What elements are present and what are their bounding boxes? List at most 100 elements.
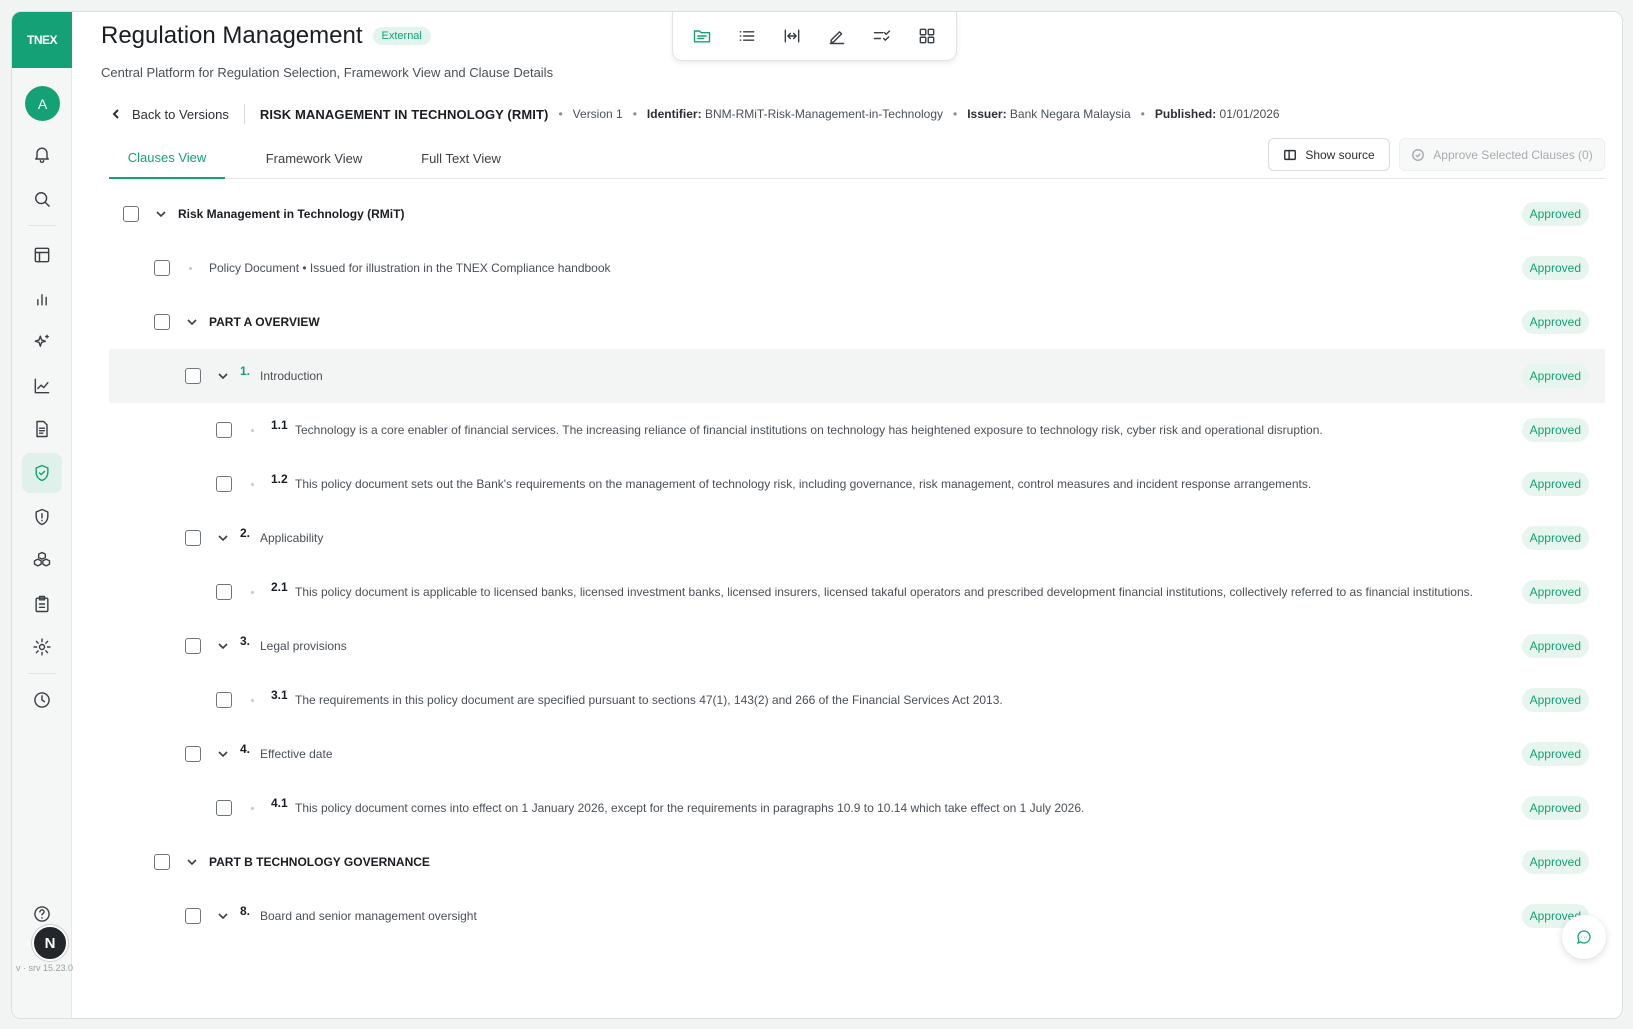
status-badge: Approved <box>1521 310 1589 334</box>
chevron-down-icon[interactable] <box>154 207 168 221</box>
row-checkbox[interactable] <box>154 854 170 870</box>
checklist-icon[interactable] <box>865 19 899 53</box>
row-checkbox[interactable] <box>185 530 201 546</box>
fit-width-icon[interactable] <box>775 19 809 53</box>
clause-text: The requirements in this policy document… <box>295 693 1003 707</box>
breadcrumb-divider <box>243 104 245 124</box>
row-checkbox[interactable] <box>216 584 232 600</box>
status-badge: Approved <box>1521 256 1589 280</box>
clause-text: Risk Management in Technology (RMiT) <box>178 207 405 221</box>
chevron-down-icon[interactable] <box>216 909 230 923</box>
row-checkbox[interactable] <box>216 476 232 492</box>
bullet-dot <box>189 266 192 270</box>
cubes-icon[interactable] <box>22 540 62 580</box>
row-checkbox[interactable] <box>185 638 201 654</box>
clause-text: Effective date <box>260 747 333 761</box>
clause-tree: Risk Management in Technology (RMiT) Appr… <box>109 187 1605 943</box>
gear-icon[interactable] <box>22 627 62 667</box>
approve-selected-label: Approve Selected Clauses (0) <box>1433 147 1593 162</box>
user-avatar[interactable]: N <box>32 925 68 961</box>
clause-number: 2.1 <box>271 580 288 594</box>
row-checkbox[interactable] <box>216 800 232 816</box>
issuer-label: Issuer: <box>967 107 1007 121</box>
clause-row[interactable]: 1.2 This policy document sets out the Ban… <box>109 457 1605 511</box>
clause-text: Introduction <box>260 369 323 383</box>
table-icon[interactable] <box>22 235 62 275</box>
approve-selected-button[interactable]: Approve Selected Clauses (0) <box>1399 138 1605 171</box>
status-badge: Approved <box>1521 796 1589 820</box>
bell-icon[interactable] <box>22 134 62 174</box>
row-checkbox[interactable] <box>154 314 170 330</box>
avatar[interactable]: A <box>25 86 60 121</box>
sparkle-icon[interactable] <box>22 322 62 362</box>
show-source-button[interactable]: Show source <box>1268 138 1390 171</box>
clause-row[interactable]: PART B TECHNOLOGY GOVERNANCE Approved <box>109 835 1605 889</box>
status-badge: Approved <box>1521 850 1589 874</box>
row-checkbox[interactable] <box>185 746 201 762</box>
chat-button[interactable] <box>1562 915 1606 959</box>
chevron-left-icon <box>112 109 119 119</box>
identifier-label: Identifier: <box>646 107 702 121</box>
clause-row[interactable]: 1. Introduction Approved <box>109 349 1605 403</box>
row-checkbox[interactable] <box>185 908 201 924</box>
chevron-down-icon[interactable] <box>216 369 230 383</box>
edit-icon[interactable] <box>820 19 854 53</box>
clause-row[interactable]: 2.1 This policy document is applicable to… <box>109 565 1605 619</box>
clipboard-icon[interactable] <box>22 584 62 624</box>
grid-icon[interactable] <box>910 19 944 53</box>
chat-icon <box>1576 930 1591 945</box>
row-checkbox[interactable] <box>154 260 170 276</box>
clause-number: 8. <box>240 904 251 918</box>
status-badge: Approved <box>1521 688 1589 712</box>
bullet-dot <box>251 806 254 810</box>
app-window: TNEX A N v · srv 15.23.0 Regulation Mana… <box>11 11 1623 1019</box>
row-checkbox[interactable] <box>185 368 201 384</box>
clause-row[interactable]: 2. Applicability Approved <box>109 511 1605 565</box>
clause-row[interactable]: 4. Effective date Approved <box>109 727 1605 781</box>
list-icon[interactable] <box>730 19 764 53</box>
clause-row[interactable]: PART A OVERVIEW Approved <box>109 295 1605 349</box>
view-tabs: Clauses View Framework View Full Text Vi… <box>109 138 1605 179</box>
row-checkbox[interactable] <box>216 422 232 438</box>
clause-row[interactable]: Policy Document • Issued for illustratio… <box>109 241 1605 295</box>
tab-clauses-view[interactable]: Clauses View <box>109 138 225 179</box>
app-logo[interactable]: TNEX <box>12 12 72 68</box>
bullet-dot <box>251 428 254 432</box>
folder-icon[interactable] <box>685 19 719 53</box>
clause-row[interactable]: Risk Management in Technology (RMiT) Appr… <box>109 187 1605 241</box>
chevron-down-icon[interactable] <box>216 639 230 653</box>
document-icon[interactable] <box>22 409 62 449</box>
status-badge: Approved <box>1521 472 1589 496</box>
page-title: Regulation Management <box>101 22 363 49</box>
meta-separator: • <box>558 107 563 121</box>
shield-alert-icon[interactable] <box>22 497 62 537</box>
tab-full-text-view[interactable]: Full Text View <box>407 138 515 179</box>
chevron-down-icon[interactable] <box>185 315 199 329</box>
clause-row[interactable]: 4.1 This policy document comes into effec… <box>109 781 1605 835</box>
clause-row[interactable]: 8. Board and senior management oversight A… <box>109 889 1605 943</box>
clause-row[interactable]: 3.1 The requirements in this policy docum… <box>109 673 1605 727</box>
version-label: v · srv 15.23.0 <box>16 963 74 973</box>
tab-framework-view[interactable]: Framework View <box>251 138 377 179</box>
line-chart-icon[interactable] <box>22 366 62 406</box>
clause-row[interactable]: 1.1 Technology is a core enabler of finan… <box>109 403 1605 457</box>
row-checkbox[interactable] <box>216 692 232 708</box>
back-label: Back to Versions <box>132 106 229 122</box>
chevron-down-icon[interactable] <box>216 531 230 545</box>
back-to-versions-link[interactable]: Back to Versions <box>110 107 229 122</box>
clause-text: PART B TECHNOLOGY GOVERNANCE <box>209 855 430 869</box>
shield-check-icon[interactable] <box>22 453 62 493</box>
bar-chart-icon[interactable] <box>22 279 62 319</box>
check-circle-icon <box>1412 148 1425 161</box>
clause-row[interactable]: 3. Legal provisions Approved <box>109 619 1605 673</box>
clause-number: 1. <box>240 364 251 378</box>
chevron-down-icon[interactable] <box>216 747 230 761</box>
show-source-label: Show source <box>1305 147 1375 162</box>
chevron-down-icon[interactable] <box>185 855 199 869</box>
title-row: Regulation Management External <box>101 22 431 50</box>
row-checkbox[interactable] <box>123 206 139 222</box>
clock-icon[interactable] <box>22 680 62 720</box>
main-content: Regulation Management External Central P… <box>72 12 1622 1018</box>
nav-divider <box>28 673 56 674</box>
search-icon[interactable] <box>22 179 62 219</box>
